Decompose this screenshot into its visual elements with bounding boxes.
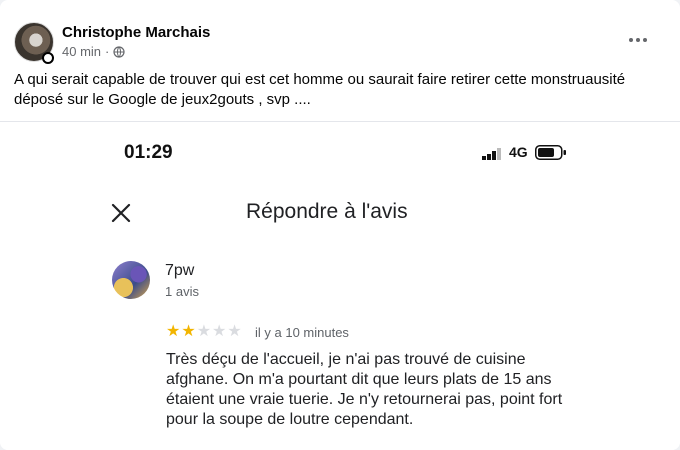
post-author-name[interactable]: Christophe Marchais	[62, 24, 210, 41]
globe-icon	[113, 45, 125, 58]
embedded-phone-screenshot[interactable]: 01:29 4G Répondre à l'avis 7pw 1 avis ★ ★…	[0, 122, 680, 450]
star-filled-icon: ★	[181, 323, 196, 340]
review-time: il y a 10 minutes	[255, 325, 349, 340]
post-header: Christophe Marchais 40 min ·	[14, 22, 666, 64]
network-label: 4G	[509, 144, 528, 160]
status-time: 01:29	[124, 142, 173, 163]
reviewer-avatar[interactable]	[112, 261, 150, 299]
star-empty-icon: ★	[196, 323, 212, 340]
close-icon[interactable]	[110, 202, 132, 224]
screen-title: Répondre à l'avis	[246, 200, 408, 223]
more-dot	[629, 38, 633, 42]
reviewer-name[interactable]: 7pw	[165, 262, 194, 280]
review-text: Très déçu de l'accueil, je n'ai pas trou…	[166, 351, 563, 428]
facebook-post: Christophe Marchais 40 min · A qui serai…	[0, 0, 680, 450]
star-filled-icon: ★	[166, 323, 181, 340]
signal-bars-icon	[482, 148, 501, 160]
star-empty-icon: ★	[212, 323, 227, 340]
star-rating: ★ ★ ★ ★ ★	[166, 324, 242, 340]
meta-separator: ·	[105, 44, 110, 59]
reviewer-review-count: 1 avis	[165, 284, 199, 299]
avatar-badge-icon	[42, 52, 54, 64]
post-text: A qui serait capable de trouver qui est …	[14, 71, 626, 108]
battery-icon	[535, 145, 566, 160]
star-empty-icon: ★	[227, 323, 242, 340]
more-dot	[636, 38, 640, 42]
post-time[interactable]: 40 min	[62, 44, 101, 59]
more-dot	[643, 38, 647, 42]
post-meta: 40 min ·	[62, 44, 125, 59]
post-more-button[interactable]	[620, 26, 656, 54]
